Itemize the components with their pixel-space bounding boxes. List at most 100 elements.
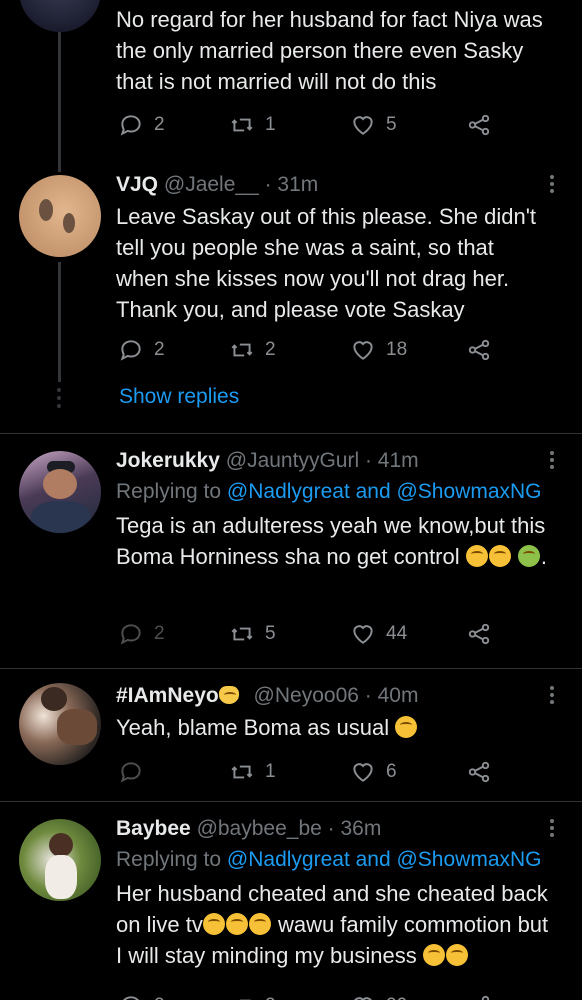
retweet-icon: [231, 627, 253, 641]
reply-icon: [120, 340, 141, 361]
tears-of-joy-emoji: [422, 944, 445, 966]
reply-button[interactable]: 2: [118, 992, 165, 1000]
reply-count: 2: [154, 339, 165, 360]
replying-to-handles[interactable]: @Nadlygreat and @ShowmaxNG: [227, 848, 542, 871]
avatar[interactable]: [19, 683, 101, 765]
like-count: 6: [386, 761, 397, 782]
display-name[interactable]: Jokerukky: [116, 449, 220, 472]
thread-line: [58, 262, 61, 382]
share-icon: [468, 623, 490, 645]
retweet-button[interactable]: 1: [229, 111, 276, 139]
nauseated-face-emoji: [517, 545, 540, 567]
tweet-text: Leave Saskay out of this please. She did…: [116, 204, 537, 322]
avatar[interactable]: [19, 175, 101, 257]
share-button[interactable]: [466, 620, 492, 648]
tweet-header: VJQ @Jaele__ · 31m: [116, 172, 552, 198]
tweet-text: No regard for her husband for fact Niya …: [116, 7, 543, 94]
tears-of-joy-emoji: [225, 913, 248, 935]
replying-to: Replying to @Nadlygreat and @ShowmaxNG: [116, 845, 552, 875]
divider: [0, 801, 582, 802]
share-icon: [468, 339, 490, 361]
retweet-button[interactable]: 2: [229, 336, 276, 364]
reply-count: 2: [154, 623, 165, 644]
like-count: 44: [386, 623, 408, 644]
share-icon: [468, 114, 490, 136]
reply-count: 2: [154, 114, 165, 135]
handle[interactable]: @baybee_be: [197, 817, 322, 840]
retweet-icon: [231, 765, 253, 779]
thread-line: [58, 32, 61, 172]
tweet-text-content: Yeah, blame Boma as usual: [116, 715, 390, 740]
yellow-heart-emoji: [218, 686, 239, 704]
like-count: 18: [386, 339, 408, 360]
retweet-icon: [231, 343, 253, 357]
retweet-count: 1: [265, 761, 276, 782]
share-button[interactable]: [466, 336, 492, 364]
like-button[interactable]: 6: [350, 758, 397, 786]
like-button[interactable]: 44: [350, 620, 407, 648]
replying-to-handles[interactable]: @Nadlygreat and @ShowmaxNG: [227, 480, 542, 503]
tweet-text: Her husband cheated and she cheated back…: [116, 878, 552, 971]
retweet-button[interactable]: 2: [229, 992, 276, 1000]
heart-icon: [353, 116, 373, 135]
thinking-face-emoji: [465, 545, 488, 567]
retweet-button[interactable]: 1: [229, 758, 276, 786]
reply-button[interactable]: 2: [118, 336, 165, 364]
timestamp[interactable]: · 40m: [365, 684, 419, 707]
divider: [0, 668, 582, 669]
like-count: 20: [386, 995, 407, 1000]
retweet-count: 2: [265, 995, 276, 1000]
more-options-button[interactable]: [540, 172, 564, 198]
reply-button[interactable]: 2: [118, 111, 165, 139]
avatar[interactable]: [19, 451, 101, 533]
reply-icon: [120, 115, 141, 136]
tweet-text: Yeah, blame Boma as usual: [116, 712, 552, 743]
avatar[interactable]: [19, 0, 101, 32]
replying-to: Replying to @Nadlygreat and @ShowmaxNG: [116, 477, 552, 507]
timestamp[interactable]: · 31m: [265, 173, 319, 196]
share-button[interactable]: [466, 758, 492, 786]
tweet-header: #IAmNeyo @Neyoo06 · 40m: [116, 683, 552, 709]
like-button[interactable]: 5: [350, 111, 397, 139]
like-button[interactable]: 18: [350, 336, 407, 364]
reply-icon: [123, 996, 139, 1000]
more-options-button[interactable]: [540, 683, 564, 709]
thinking-face-emoji: [488, 545, 511, 567]
retweet-icon: [239, 999, 251, 1000]
display-name[interactable]: Baybee: [116, 817, 191, 840]
handle[interactable]: @Neyoo06: [254, 684, 359, 707]
retweet-button[interactable]: 5: [229, 620, 276, 648]
tears-of-joy-emoji: [248, 913, 271, 935]
share-button[interactable]: [466, 111, 492, 139]
retweet-count: 5: [265, 623, 276, 644]
display-name[interactable]: VJQ: [116, 173, 158, 196]
retweet-count: 2: [265, 339, 276, 360]
avatar[interactable]: [19, 819, 101, 901]
replying-to-label: Replying to: [116, 848, 222, 871]
reply-button[interactable]: [118, 758, 144, 786]
tweet-header: Baybee @baybee_be · 36m: [116, 816, 552, 842]
tears-of-joy-emoji: [202, 913, 225, 935]
handle[interactable]: @Jaele__: [164, 173, 259, 196]
reply-icon: [120, 762, 141, 783]
timestamp[interactable]: · 41m: [365, 449, 419, 472]
tweet-header: Jokerukky @JauntyyGurl · 41m: [116, 448, 552, 474]
more-options-button[interactable]: [540, 816, 564, 842]
share-button[interactable]: [466, 992, 492, 1000]
thread-continuation-dots: [57, 388, 61, 412]
handle[interactable]: @JauntyyGurl: [226, 449, 359, 472]
display-name[interactable]: #IAmNeyo: [116, 684, 219, 707]
reply-icon: [120, 624, 141, 645]
smirking-face-emoji: [395, 716, 418, 738]
reply-button[interactable]: 2: [118, 620, 165, 648]
heart-icon: [353, 341, 373, 360]
share-icon: [468, 761, 490, 783]
retweet-count: 1: [265, 114, 276, 135]
like-button[interactable]: 20: [350, 992, 407, 1000]
divider: [0, 433, 582, 434]
tweet-text: Tega is an adulteress yeah we know,but t…: [116, 513, 548, 569]
more-options-button[interactable]: [540, 448, 564, 474]
timestamp[interactable]: · 36m: [328, 817, 382, 840]
show-replies-link[interactable]: Show replies: [119, 385, 239, 409]
replying-to-label: Replying to: [116, 480, 222, 503]
